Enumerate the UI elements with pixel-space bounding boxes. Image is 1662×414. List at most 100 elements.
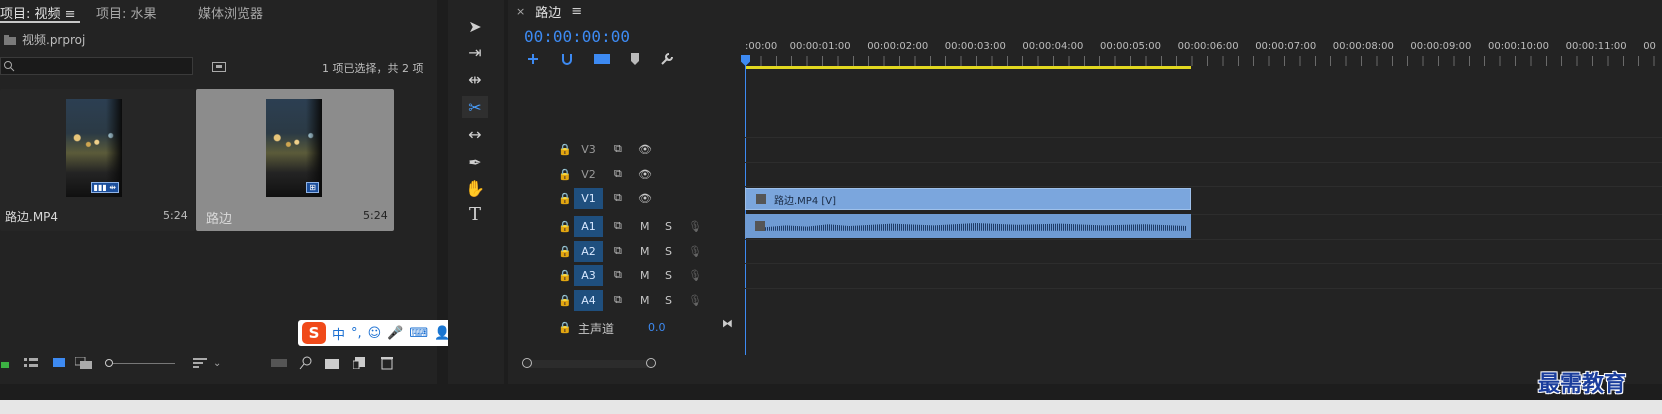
scroll-end-handle[interactable] <box>646 358 656 368</box>
item-duration: 5:24 <box>363 209 388 222</box>
track-target-toggle[interactable]: V2 <box>574 164 603 185</box>
lock-icon[interactable] <box>0 357 10 369</box>
chevron-down-icon[interactable]: ⌄ <box>213 358 221 369</box>
track-target-toggle[interactable]: V1 <box>574 187 603 209</box>
razor-tool-icon[interactable]: ✂ <box>462 96 488 118</box>
sort-icon[interactable] <box>193 357 207 369</box>
slider-handle-icon[interactable] <box>105 359 113 367</box>
freeform-view-icon[interactable] <box>75 357 93 369</box>
fx-badge-icon <box>755 221 765 231</box>
master-track-toggle-icon[interactable]: ⧓ <box>722 317 733 330</box>
list-view-icon[interactable] <box>24 357 38 369</box>
track-lane[interactable] <box>745 239 1662 263</box>
automate-icon[interactable] <box>271 357 288 369</box>
item-name: 路边.MP4 <box>5 210 59 224</box>
trash-icon[interactable] <box>381 356 394 370</box>
master-volume[interactable]: 0.0 <box>648 321 666 334</box>
new-bin-icon[interactable] <box>212 60 226 72</box>
lock-icon[interactable]: 🔒 <box>558 220 572 233</box>
track-target-toggle[interactable]: A1 <box>574 215 603 237</box>
ime-chinese-mode[interactable]: 中 <box>332 324 345 343</box>
mute-button[interactable]: M <box>640 294 650 307</box>
eye-icon[interactable]: 👁 <box>638 192 652 205</box>
fx-badge-icon <box>756 194 766 204</box>
find-icon[interactable] <box>299 356 313 370</box>
tools-panel: ➤ ⇥ ⇹ ✂ ↔ ✒ ✋ T <box>448 0 504 384</box>
active-tab-underline <box>0 21 80 23</box>
lock-icon[interactable]: 🔒 <box>558 143 572 156</box>
sogou-logo-icon[interactable]: S <box>302 322 326 344</box>
sync-lock-icon[interactable]: ⧉ <box>614 268 622 282</box>
sync-lock-icon[interactable]: ⧉ <box>614 293 622 307</box>
os-taskbar <box>0 400 1662 414</box>
track-header: 🔒 V3 ⧉ 👁 <box>508 137 745 161</box>
pen-tool-icon[interactable]: ✒ <box>462 151 488 173</box>
new-folder-icon[interactable] <box>325 357 340 369</box>
sync-lock-icon[interactable]: ⧉ <box>614 142 622 156</box>
solo-button[interactable]: S <box>665 269 672 282</box>
slip-tool-icon[interactable]: ↔ <box>462 123 488 145</box>
sync-lock-icon[interactable]: ⧉ <box>614 167 622 181</box>
track-lane[interactable] <box>745 288 1662 312</box>
mute-button[interactable]: M <box>640 220 650 233</box>
track-header: 🔒 V2 ⧉ 👁 <box>508 162 745 186</box>
track-lane[interactable] <box>745 263 1662 287</box>
track-select-tool-icon[interactable]: ⇥ <box>462 41 488 63</box>
track-lane[interactable] <box>745 162 1662 186</box>
list-item[interactable]: ▮▮▮ ⇹ 路边.MP4 5:24 <box>0 89 195 231</box>
scroll-start-handle[interactable] <box>522 358 532 368</box>
tab-project-fruit[interactable]: 项目: 水果 <box>96 3 157 22</box>
mic-icon[interactable]: 🎙 <box>688 294 702 307</box>
eye-icon[interactable]: 👁 <box>638 168 652 181</box>
mic-icon[interactable]: 🎙 <box>688 220 702 233</box>
video-clip[interactable]: 路边.MP4 [V] <box>745 188 1191 210</box>
project-file: 视频.prproj <box>4 31 85 48</box>
hand-tool-icon[interactable]: ✋ <box>462 177 488 199</box>
ime-keyboard-icon[interactable]: ⌨ <box>409 326 428 341</box>
selection-tool-icon[interactable]: ➤ <box>462 15 488 37</box>
list-item[interactable]: ⊞ 路边 5:24 <box>196 89 394 231</box>
lock-icon[interactable]: 🔒 <box>558 321 572 334</box>
video-clip-label: 路边.MP4 [V] <box>774 196 837 207</box>
selection-status: 1 项已选择，共 2 项 <box>322 62 424 75</box>
solo-button[interactable]: S <box>665 294 672 307</box>
new-item-icon[interactable] <box>353 357 366 369</box>
icon-view-icon[interactable] <box>53 357 65 369</box>
search-input[interactable] <box>0 57 193 75</box>
track-target-toggle[interactable]: V3 <box>574 139 603 160</box>
ripple-edit-tool-icon[interactable]: ⇹ <box>462 68 488 90</box>
track-lane[interactable] <box>745 137 1662 161</box>
ime-punctuation-icon[interactable]: °, <box>351 326 362 341</box>
lock-icon[interactable]: 🔒 <box>558 168 572 181</box>
eye-icon[interactable]: 👁 <box>638 143 652 156</box>
zoom-scrollbar[interactable] <box>522 358 656 368</box>
sync-lock-icon[interactable]: ⧉ <box>614 191 622 205</box>
mic-icon[interactable]: 🎙 <box>688 269 702 282</box>
sequence-thumbnail: ⊞ <box>266 99 322 197</box>
zoom-slider[interactable] <box>105 359 175 367</box>
panel-menu-icon[interactable]: ≡ <box>65 7 76 22</box>
project-file-name: 视频.prproj <box>22 33 86 47</box>
track-target-toggle[interactable]: A2 <box>574 240 603 262</box>
lock-icon[interactable]: 🔒 <box>558 294 572 307</box>
type-tool-icon[interactable]: T <box>462 203 488 225</box>
lock-icon[interactable]: 🔒 <box>558 269 572 282</box>
clip-thumbnail: ▮▮▮ ⇹ <box>66 99 122 197</box>
audio-clip[interactable] <box>745 214 1191 238</box>
sync-lock-icon[interactable]: ⧉ <box>614 219 622 233</box>
item-duration: 5:24 <box>163 209 188 222</box>
mute-button[interactable]: M <box>640 245 650 258</box>
solo-button[interactable]: S <box>665 220 672 233</box>
tab-project-video[interactable]: 项目: 视频 ≡ <box>0 3 76 22</box>
tab-media-browser[interactable]: 媒体浏览器 <box>198 3 263 22</box>
lock-icon[interactable]: 🔒 <box>558 245 572 258</box>
lock-icon[interactable]: 🔒 <box>558 192 572 205</box>
ime-voice-icon[interactable]: 🎤 <box>387 326 403 341</box>
mic-icon[interactable]: 🎙 <box>688 245 702 258</box>
track-target-toggle[interactable]: A4 <box>574 289 603 311</box>
sync-lock-icon[interactable]: ⧉ <box>614 244 622 258</box>
solo-button[interactable]: S <box>665 245 672 258</box>
ime-emoji-icon[interactable]: ☺ <box>368 326 382 341</box>
mute-button[interactable]: M <box>640 269 650 282</box>
track-target-toggle[interactable]: A3 <box>574 264 603 286</box>
